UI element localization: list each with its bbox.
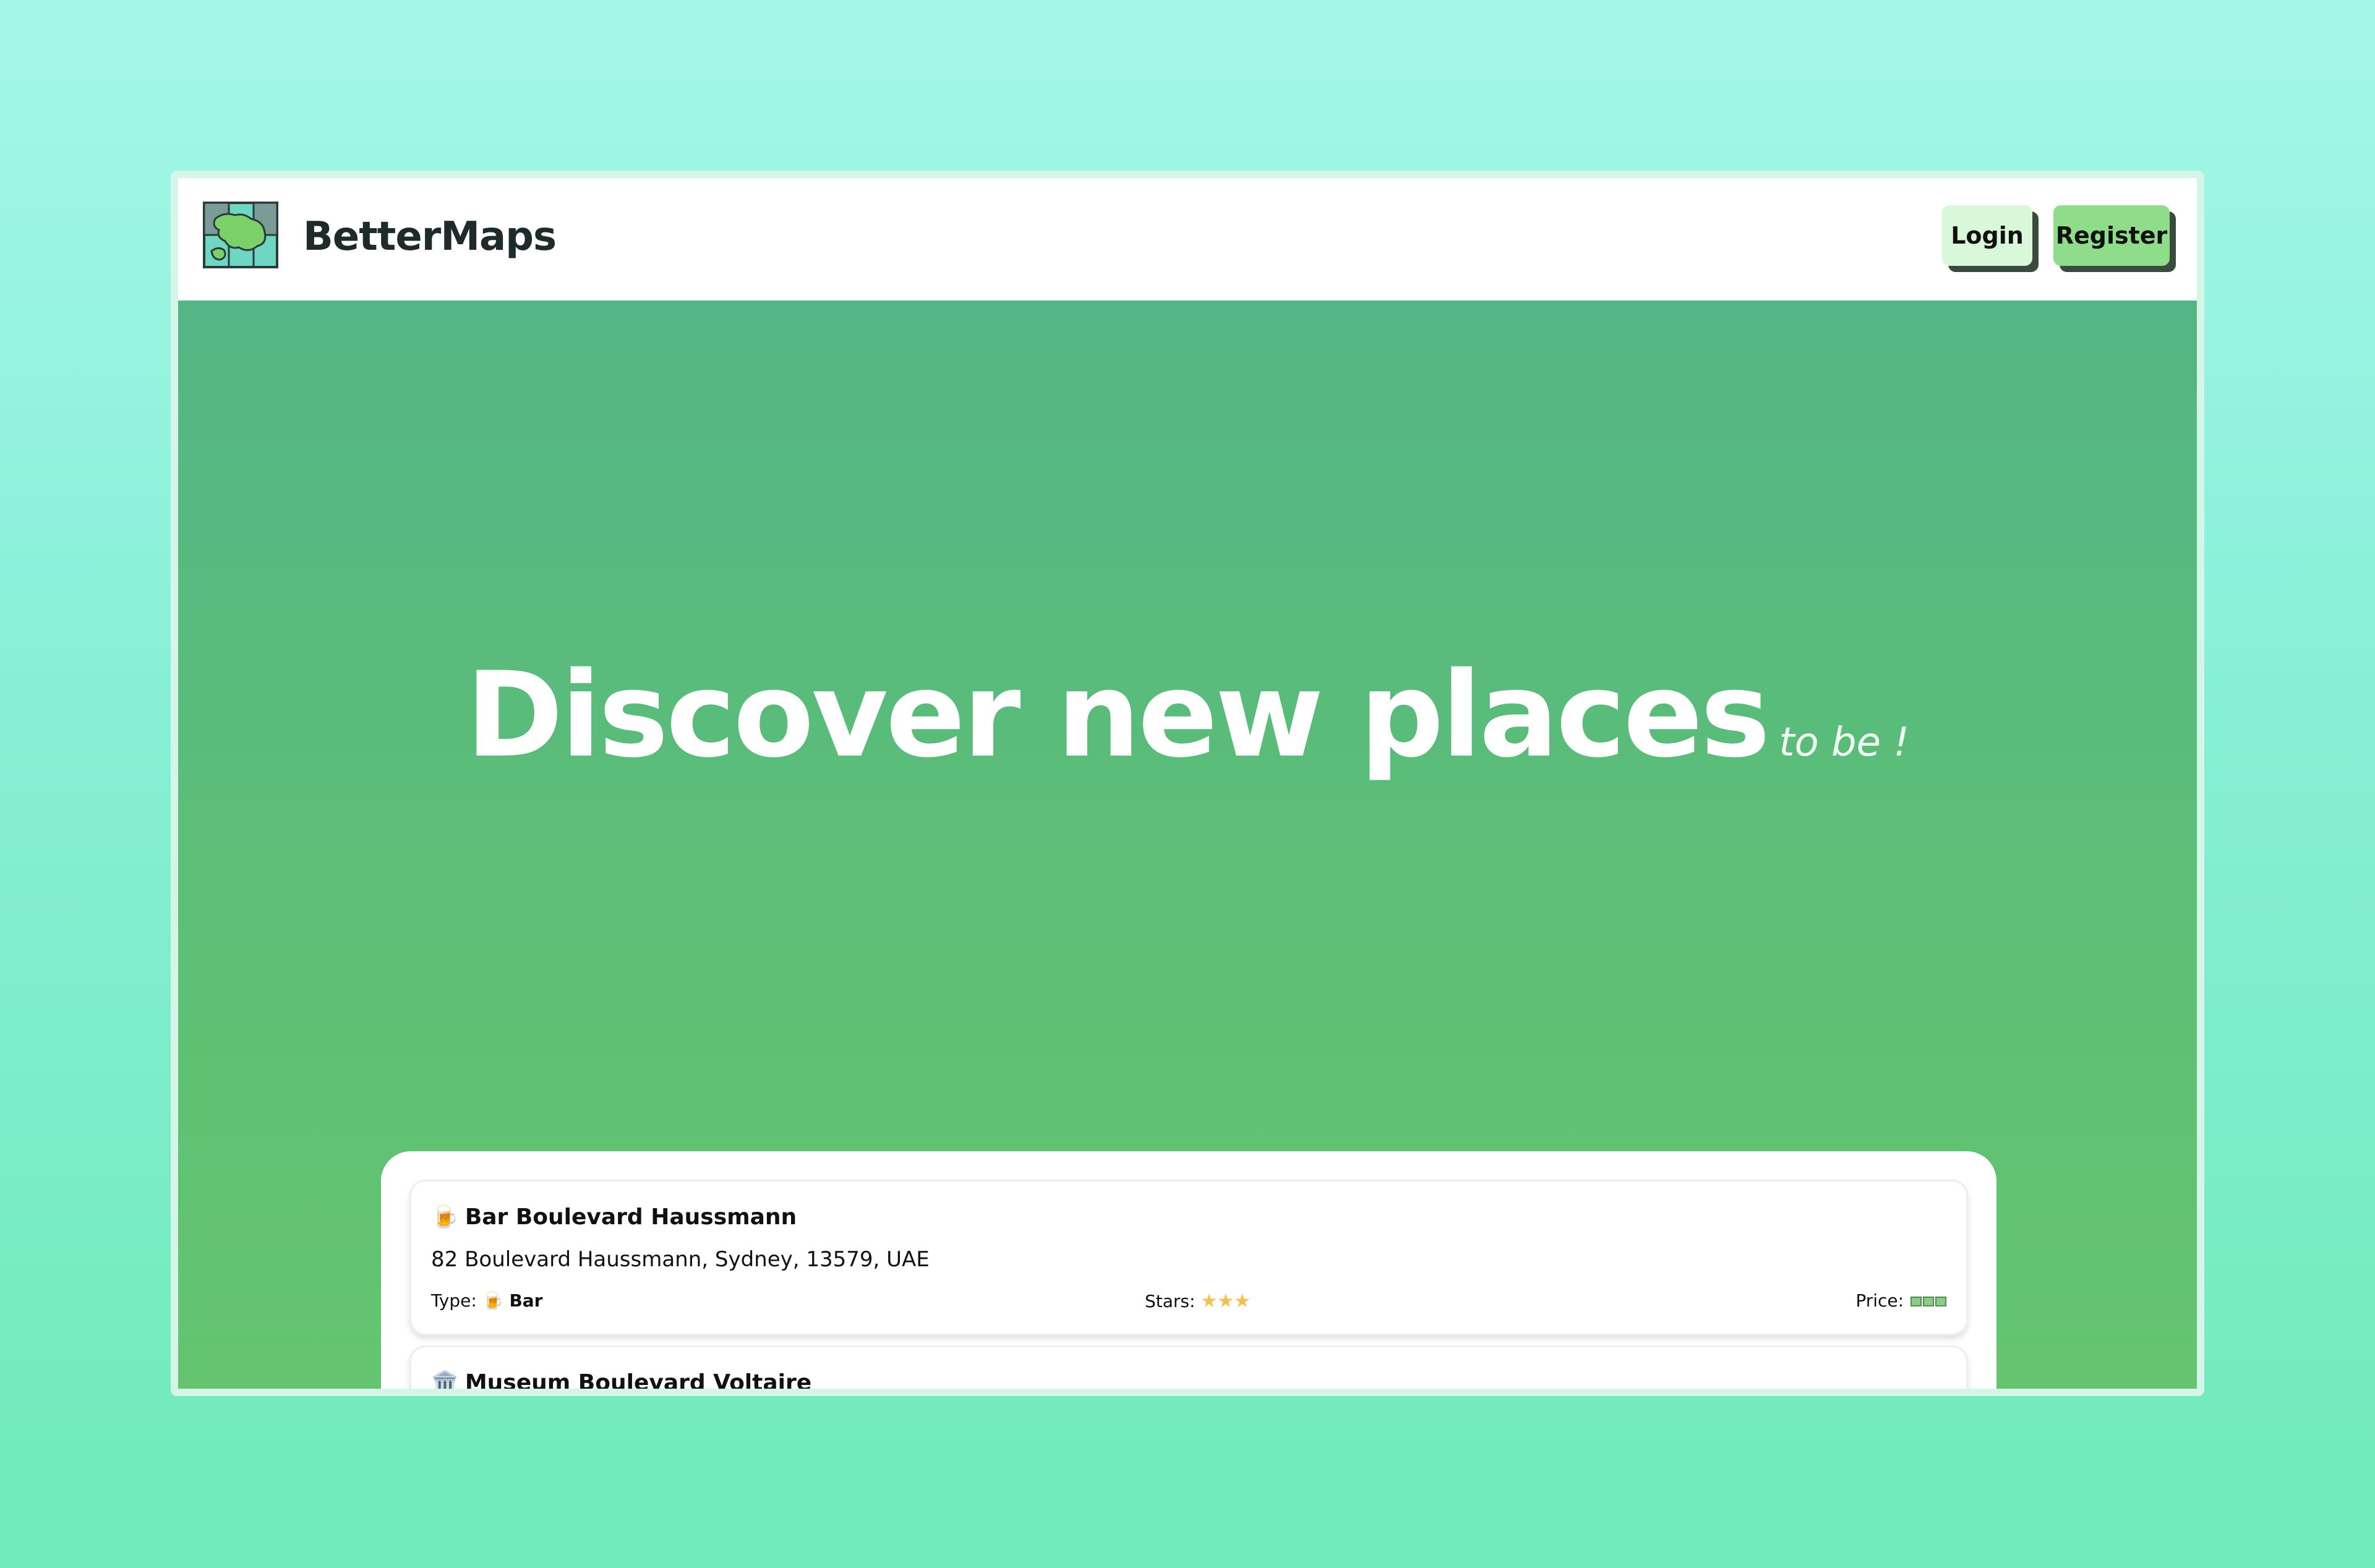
hero-headline: Discover new places to be ! [178, 647, 2197, 783]
star-icon: ★ [1234, 1290, 1251, 1312]
place-stars: Stars: ★★★ [1145, 1290, 1251, 1312]
star-icon: ★ [1200, 1290, 1218, 1312]
place-title: 🍺 Bar Boulevard Haussmann [431, 1204, 797, 1230]
price-label: Price: [1855, 1290, 1904, 1311]
place-card[interactable]: 🏛️ Museum Boulevard Voltaire [409, 1345, 1968, 1395]
map-icon[interactable] [203, 200, 278, 270]
hero-section: Discover new places to be ! 🍺 Bar Boulevar… [178, 300, 2197, 1389]
museum-icon: 🏛️ [431, 1370, 459, 1395]
browser-frame: BetterMaps Login Register Discover new p… [171, 171, 2204, 1396]
beer-icon: 🍺 [482, 1290, 504, 1311]
money-icon [1911, 1297, 1922, 1306]
login-button[interactable]: Login [1942, 205, 2032, 266]
type-value: Bar [509, 1290, 543, 1311]
brand-name[interactable]: BetterMaps [303, 214, 557, 260]
money-icon [1923, 1297, 1934, 1306]
place-type: Type: 🍺 Bar [431, 1290, 542, 1311]
place-address: 82 Boulevard Haussmann, Sydney, 13579, U… [431, 1247, 930, 1272]
navbar: BetterMaps Login Register [178, 178, 2197, 300]
hero-title: Discover new places [466, 647, 1770, 783]
place-name: Bar Boulevard Haussmann [464, 1204, 797, 1230]
stars-label: Stars: [1145, 1291, 1196, 1311]
place-price: Price: [1855, 1290, 1946, 1311]
register-button[interactable]: Register [2053, 205, 2170, 266]
place-title: 🏛️ Museum Boulevard Voltaire [431, 1370, 812, 1395]
hero-tagline: to be ! [1779, 720, 1909, 765]
place-name: Museum Boulevard Voltaire [464, 1370, 812, 1395]
money-icon [1935, 1297, 1946, 1306]
place-card[interactable]: 🍺 Bar Boulevard Haussmann 82 Boulevard Ha… [409, 1180, 1968, 1336]
star-icon: ★ [1217, 1290, 1235, 1312]
places-panel: 🍺 Bar Boulevard Haussmann 82 Boulevard Ha… [381, 1151, 1996, 1395]
type-label: Type: [431, 1290, 477, 1311]
beer-icon: 🍺 [431, 1204, 459, 1230]
